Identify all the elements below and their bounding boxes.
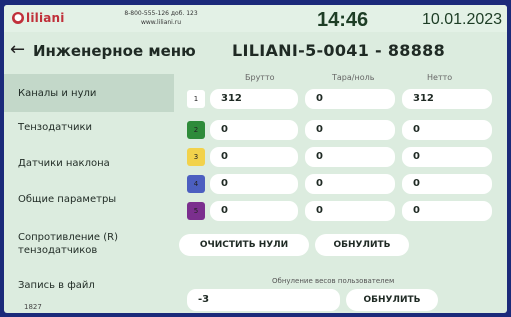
- page-title: Инженерное меню: [33, 42, 196, 60]
- device-id: LILIANI-5-0041 - 88888: [232, 41, 446, 60]
- screen: ● liliani 8-800-555-126 доб. 123 www.lil…: [4, 5, 507, 313]
- website: www.liliani.ru: [140, 19, 182, 26]
- tare-value-field[interactable]: 0: [305, 201, 395, 221]
- channel-index-badge: 4: [187, 175, 205, 193]
- gross-value-field: 0: [210, 174, 298, 194]
- clear-zeros-button[interactable]: ОЧИСТИТЬ НУЛИ: [179, 234, 309, 256]
- column-header-gross: Брутто: [245, 73, 275, 82]
- net-value-field: 0: [402, 174, 492, 194]
- gross-value-field: 312: [210, 89, 298, 109]
- tare-value-field[interactable]: 0: [305, 174, 395, 194]
- gross-value-field: 0: [210, 120, 298, 140]
- channel-index-badge: 3: [187, 148, 205, 166]
- sidebar-item-label: Сопротивление (R) тензодатчиков: [18, 232, 118, 256]
- date: 10.01.2023: [422, 11, 503, 28]
- logo-icon: ●: [12, 12, 24, 24]
- brand-logo: ● liliani: [12, 11, 65, 25]
- logo-text: liliani: [26, 11, 65, 25]
- tare-value-field[interactable]: 0: [305, 120, 395, 140]
- column-header-tare: Тара/ноль: [332, 73, 375, 82]
- channel-index-badge: 2: [187, 121, 205, 139]
- sidebar-item-load-cell-resistance[interactable]: Сопротивление (R) тензодатчиков: [4, 231, 154, 261]
- sidebar-item-label: Каналы и нули: [18, 88, 97, 99]
- channel-index-badge: 5: [187, 202, 205, 220]
- net-value-field: 312: [402, 89, 492, 109]
- contact-info: 8-800-555-126 доб. 123 www.liliani.ru: [116, 9, 206, 27]
- sidebar-item-load-cells[interactable]: Тензодатчики: [4, 121, 174, 143]
- sidebar-item-label: Датчики наклона: [18, 158, 110, 169]
- tare-value-field[interactable]: 0: [305, 89, 395, 109]
- user-zero-reset-button[interactable]: ОБНУЛИТЬ: [346, 289, 438, 311]
- status-bar: ● liliani 8-800-555-126 доб. 123 www.lil…: [4, 5, 507, 32]
- user-zeroing-label: Обнуление весов пользователем: [272, 277, 395, 285]
- sidebar-item-label: Общие параметры: [18, 194, 117, 205]
- net-value-field: 0: [402, 201, 492, 221]
- phone-number: 8-800-555-126 доб. 123: [124, 10, 198, 17]
- clock: 14:46: [317, 9, 369, 31]
- gross-value-field: 0: [210, 201, 298, 221]
- sidebar-item-write-to-file[interactable]: Запись в файл: [4, 279, 174, 301]
- gross-value-field: 0: [210, 147, 298, 167]
- sidebar-item-label: Запись в файл: [18, 280, 95, 291]
- sidebar-item-general-parameters[interactable]: Общие параметры: [4, 193, 174, 215]
- sidebar-item-channels-zeros[interactable]: Каналы и нули: [4, 74, 174, 112]
- net-value-field: 0: [402, 147, 492, 167]
- channel-index-badge: 1: [187, 90, 205, 108]
- tare-value-field[interactable]: 0: [305, 147, 395, 167]
- net-value-field: 0: [402, 120, 492, 140]
- footer-number: 1827: [24, 303, 42, 311]
- reset-button[interactable]: ОБНУЛИТЬ: [315, 234, 409, 256]
- sidebar-item-label: Тензодатчики: [18, 122, 93, 133]
- column-header-net: Нетто: [427, 73, 453, 82]
- page-header: ← Инженерное меню LILIANI-5-0041 - 88888: [4, 35, 507, 67]
- sidebar-item-tilt-sensors[interactable]: Датчики наклона: [4, 157, 174, 179]
- back-arrow-icon[interactable]: ←: [10, 40, 25, 60]
- user-zero-value-field: -3: [187, 289, 340, 311]
